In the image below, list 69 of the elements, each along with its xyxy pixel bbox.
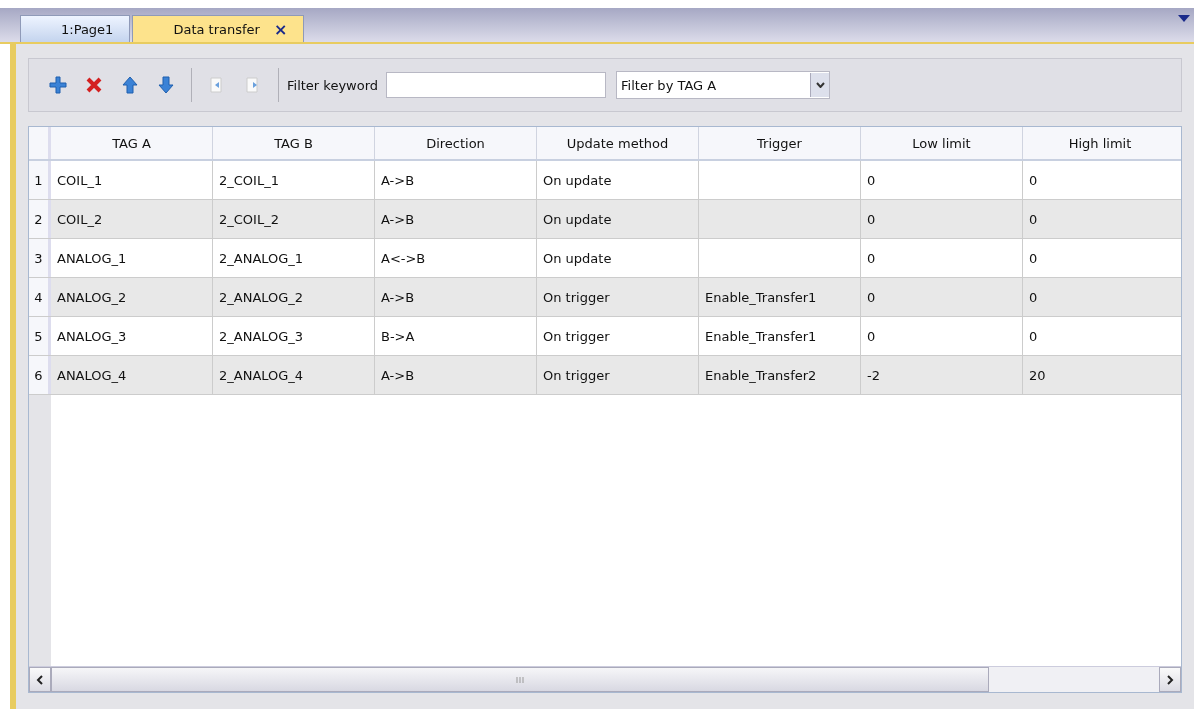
horizontal-scrollbar[interactable] <box>29 666 1181 692</box>
table-cell: A->B <box>375 278 537 316</box>
table-cell: On trigger <box>537 356 699 394</box>
table-cell: 2_COIL_1 <box>213 161 375 199</box>
table-cell: Enable_Transfer2 <box>699 356 861 394</box>
row-number: 5 <box>29 317 51 355</box>
table-cell: 2_ANALOG_4 <box>213 356 375 394</box>
column-header[interactable]: TAG A <box>51 127 213 159</box>
filter-keyword-field[interactable] <box>386 72 607 98</box>
scrollbar-thumb[interactable] <box>51 667 989 692</box>
table-cell: ANALOG_4 <box>51 356 213 394</box>
table-cell: On update <box>537 200 699 238</box>
table-cell: 0 <box>861 239 1023 277</box>
filter-label: Filter keyword <box>287 77 379 93</box>
table-cell: 0 <box>861 161 1023 199</box>
table-cell-text: 0 <box>1028 327 1039 346</box>
close-button[interactable]: × <box>273 19 288 39</box>
column-header[interactable]: High limit <box>1023 127 1177 159</box>
table-cell: -2 <box>861 356 1023 394</box>
down-arrow-button[interactable] <box>155 74 177 96</box>
table-cell: COIL_1 <box>51 161 213 199</box>
chevron-right-icon[interactable] <box>1166 674 1174 685</box>
scroll-left-button[interactable] <box>29 667 51 692</box>
table-cell: ANALOG_2 <box>51 278 213 316</box>
column-header[interactable]: Low limit <box>861 127 1023 159</box>
table-cell: A->B <box>375 200 537 238</box>
table-cell: ANALOG_1 <box>51 239 213 277</box>
table-cell: 0 <box>861 317 1023 355</box>
table-cell-text: 0 <box>1028 249 1039 268</box>
table-cell: 2_COIL_2 <box>213 200 375 238</box>
table-cell: COIL_2 <box>51 200 213 238</box>
row-number: 1 <box>29 161 51 199</box>
table-cell: B->A <box>375 317 537 355</box>
row-number: 2 <box>29 200 51 238</box>
table-cell: On trigger <box>537 317 699 355</box>
column-header[interactable]: Update method <box>537 127 699 159</box>
table-cell: A->B <box>375 161 537 199</box>
table-cell: ANALOG_3 <box>51 317 213 355</box>
column-header[interactable]: Trigger <box>699 127 861 159</box>
chevron-down-icon[interactable] <box>815 82 825 88</box>
table-cell: A<->B <box>375 239 537 277</box>
table-cell: Enable_Transfer1 <box>699 317 861 355</box>
scroll-right-button[interactable] <box>1159 667 1181 692</box>
table-cell: 2_ANALOG_3 <box>213 317 375 355</box>
row-number: 3 <box>29 239 51 277</box>
table-cell-text: 0 <box>1028 288 1039 307</box>
row-number: 6 <box>29 356 51 394</box>
table-cell: 2_ANALOG_1 <box>213 239 375 277</box>
table-cell: On trigger <box>537 278 699 316</box>
chevron-left-icon[interactable] <box>36 674 44 685</box>
table-cell: 0 <box>861 200 1023 238</box>
caret-icon[interactable] <box>1178 15 1190 22</box>
table-cell-text: 20 <box>1028 366 1047 385</box>
tab[interactable]: Data transfer × <box>132 15 305 42</box>
column-header[interactable]: TAG B <box>213 127 375 159</box>
plus-button[interactable] <box>47 74 69 96</box>
table-cell: 0 <box>861 278 1023 316</box>
table-cell-text: 0 <box>1028 210 1039 229</box>
row-number: 4 <box>29 278 51 316</box>
table-cell: Enable_Transfer1 <box>699 278 861 316</box>
table-cell: On update <box>537 239 699 277</box>
column-header[interactable]: Direction <box>375 127 537 159</box>
table-cell: 2_ANALOG_2 <box>213 278 375 316</box>
filter-dropdown[interactable]: Filter by TAG A <box>616 71 831 99</box>
table-cell: On update <box>537 161 699 199</box>
tab[interactable]: 1:Page1 <box>20 15 131 42</box>
table-cell-text: 0 <box>1028 171 1039 190</box>
table-cell: A->B <box>375 356 537 394</box>
up-arrow-button[interactable] <box>119 74 141 96</box>
